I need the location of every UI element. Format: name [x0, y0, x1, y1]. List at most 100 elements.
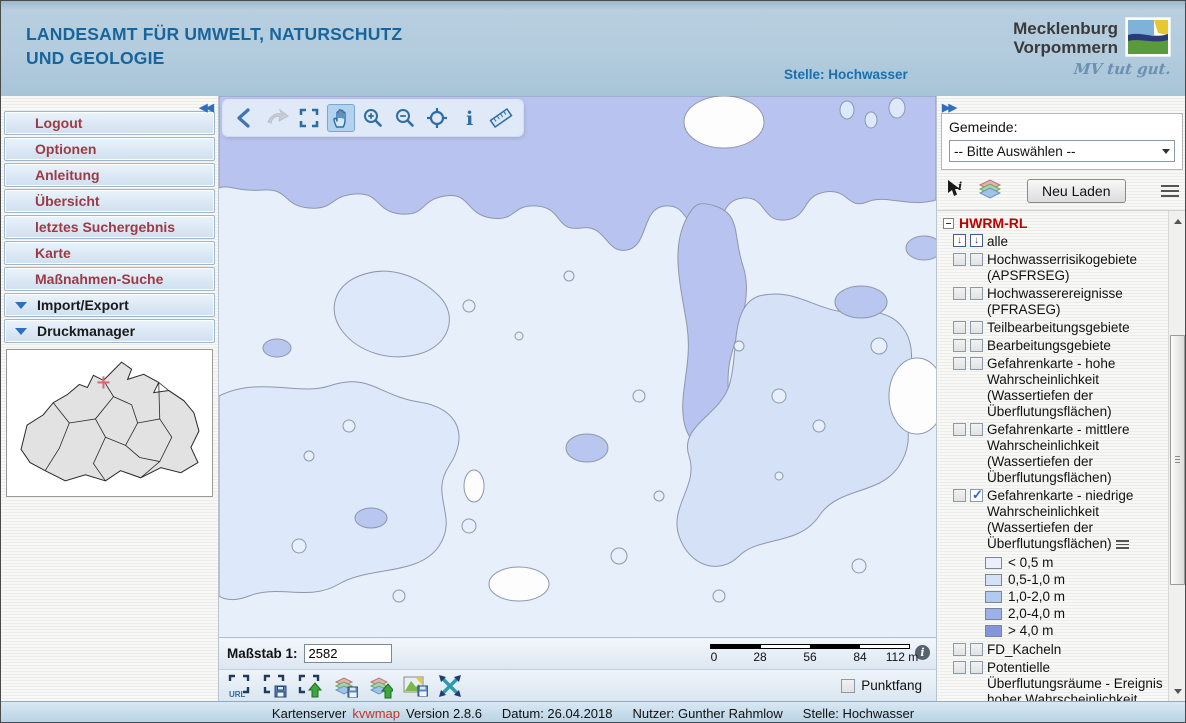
depth-legend: < 0,5 m 0,5-1,0 m 1,0-2,0 m 2,0-4,0 m — [985, 554, 1167, 639]
punktfang-label: Punktfang — [861, 678, 922, 693]
legend-item: 0,5-1,0 m — [985, 571, 1167, 588]
back-icon[interactable] — [231, 104, 259, 132]
flood-map-image[interactable] — [219, 96, 936, 637]
tree-item-fd-kacheln: FD_Kacheln — [953, 642, 1167, 658]
tree-group-label: HWRM-RL — [959, 215, 1027, 231]
tree-scrollbar[interactable] — [1168, 211, 1186, 701]
tree-item-hochwasserrisikogebiete: Hochwasserrisikogebiete (APSFRSEG) — [953, 252, 1167, 284]
export-checkbox[interactable] — [970, 357, 983, 370]
menu-item-optionen[interactable]: Optionen — [4, 137, 215, 161]
export-checkbox[interactable] — [970, 321, 983, 334]
sidebar-collapse-icon[interactable]: ◀◀ — [199, 103, 212, 114]
check-all-export-icon[interactable]: ↓ — [970, 234, 983, 247]
stelle-label: Stelle: Hochwasser — [784, 67, 908, 82]
tree-item-teilbearbeitungsgebiete: Teilbearbeitungsgebiete — [953, 320, 1167, 336]
display-checkbox[interactable] — [953, 321, 966, 334]
export-checkbox[interactable] — [970, 643, 983, 656]
legend-item: > 4,0 m — [985, 622, 1167, 639]
export-checkbox[interactable] — [970, 423, 983, 436]
svg-text:i: i — [958, 180, 962, 193]
footer-version: Version 2.8.6 — [406, 706, 482, 721]
display-checkbox[interactable] — [953, 287, 966, 300]
footer-nutzer: Nutzer: Gunther Rahmlow — [633, 706, 783, 721]
layers-save-icon[interactable] — [332, 673, 358, 699]
menu-item-letztes-suchergebnis[interactable]: letztes Suchergebnis — [4, 215, 215, 239]
layers-load-icon[interactable] — [367, 673, 393, 699]
punktfang-control: Punktfang — [841, 678, 922, 693]
display-checkbox[interactable] — [953, 661, 966, 674]
image-save-icon[interactable] — [402, 673, 428, 699]
export-checkbox[interactable] — [970, 489, 983, 502]
map-viewport[interactable]: i Maßstab 1: — [219, 96, 936, 701]
export-checkbox[interactable] — [970, 661, 983, 674]
menu-item-uebersicht[interactable]: Übersicht — [4, 189, 215, 213]
gemeinde-select[interactable]: -- Bitte Auswählen -- — [949, 140, 1175, 162]
expand-triangle-icon — [15, 302, 27, 309]
panel-menu-icon[interactable] — [1161, 185, 1179, 197]
menu-item-massnahmen-suche[interactable]: Maßnahmen-Suche — [4, 267, 215, 291]
zoom-out-icon[interactable] — [391, 104, 419, 132]
footer-prefix: Kartenserver — [272, 706, 346, 721]
menu-item-anleitung[interactable]: Anleitung — [4, 163, 215, 187]
status-bar: Kartenserver kvwmap Version 2.8.6 Datum:… — [1, 701, 1185, 723]
scrollbar-thumb[interactable] — [1170, 335, 1185, 585]
display-checkbox[interactable] — [953, 643, 966, 656]
tree-item-hochwasserereignisse: Hochwasserereignisse (PFRASEG) — [953, 286, 1167, 318]
layer-panel: ▶▶ Gemeinde: -- Bitte Auswählen -- i — [936, 96, 1186, 701]
export-checkbox[interactable] — [970, 253, 983, 266]
extent-save-icon[interactable] — [262, 673, 288, 699]
layers-icon[interactable] — [977, 177, 1003, 204]
overview-map-image — [9, 352, 210, 494]
display-checkbox[interactable] — [953, 489, 966, 502]
tree-item-gefahrenkarte-mittlere: Gefahrenkarte - mittlere Wahrscheinlichk… — [953, 422, 1167, 486]
logo-text: Mecklenburg Vorpommern — [1013, 17, 1118, 57]
mv-logo: Mecklenburg Vorpommern MV tut gut. — [1013, 17, 1171, 78]
full-view-icon[interactable] — [437, 673, 463, 699]
tree-item-alle: ↓ ↓ alle — [953, 234, 1167, 250]
kvwmap-window: LANDESAMT FÜR UMWELT, NATURSCHUTZ UND GE… — [0, 0, 1186, 723]
menu-item-import-export[interactable]: Import/Export — [4, 293, 215, 317]
neu-laden-button[interactable]: Neu Laden — [1027, 179, 1126, 203]
measure-ruler-icon[interactable] — [487, 104, 515, 132]
full-extent-icon[interactable] — [295, 104, 323, 132]
map-scalebar: 0 28 56 84 112 m — [710, 644, 910, 664]
export-checkbox[interactable] — [970, 339, 983, 352]
extent-url-icon[interactable]: URL — [227, 673, 253, 699]
tree-item-bearbeitungsgebiete: Bearbeitungsgebiete — [953, 338, 1167, 354]
check-all-display-icon[interactable]: ↓ — [953, 234, 966, 247]
legend-item: 1,0-2,0 m — [985, 588, 1167, 605]
extent-load-icon[interactable] — [297, 673, 323, 699]
legend-swatch — [985, 591, 1002, 603]
svg-text:URL: URL — [229, 690, 246, 699]
display-checkbox[interactable] — [953, 253, 966, 266]
scroll-down-icon[interactable] — [1170, 683, 1185, 699]
legend-swatch — [985, 557, 1002, 569]
display-checkbox[interactable] — [953, 423, 966, 436]
page-title: LANDESAMT FÜR UMWELT, NATURSCHUTZ UND GE… — [26, 23, 402, 70]
info-icon[interactable]: i — [455, 104, 483, 132]
scroll-up-icon[interactable] — [1170, 213, 1185, 229]
collapse-minus-icon[interactable] — [943, 218, 954, 229]
scale-bar-row: Maßstab 1: 0 28 56 84 112 m i — [219, 637, 936, 669]
feature-info-icon[interactable]: i — [945, 178, 967, 203]
pan-hand-icon[interactable] — [327, 104, 355, 132]
logo-slogan: MV tut gut. — [1012, 60, 1172, 78]
scale-label: Maßstab 1: — [227, 646, 298, 661]
punktfang-checkbox[interactable] — [841, 679, 855, 693]
gemeinde-label: Gemeinde: — [949, 119, 1175, 135]
display-checkbox[interactable] — [953, 357, 966, 370]
overview-map[interactable] — [6, 349, 213, 497]
svg-text:i: i — [466, 108, 473, 130]
display-checkbox[interactable] — [953, 339, 966, 352]
legend-swatch — [985, 574, 1002, 586]
center-crosshair-icon[interactable] — [423, 104, 451, 132]
panel-toolbar: i Neu Laden — [937, 174, 1186, 210]
scale-input[interactable] — [304, 644, 392, 663]
export-checkbox[interactable] — [970, 287, 983, 300]
zoom-in-icon[interactable] — [359, 104, 387, 132]
menu-item-logout[interactable]: Logout — [4, 111, 215, 135]
layer-tree: HWRM-RL ↓ ↓ alle Hochwasserrisikogebiete… — [937, 211, 1167, 701]
menu-item-karte[interactable]: Karte — [4, 241, 215, 265]
layer-menu-icon[interactable] — [1116, 540, 1129, 549]
menu-item-druckmanager[interactable]: Druckmanager — [4, 319, 215, 343]
